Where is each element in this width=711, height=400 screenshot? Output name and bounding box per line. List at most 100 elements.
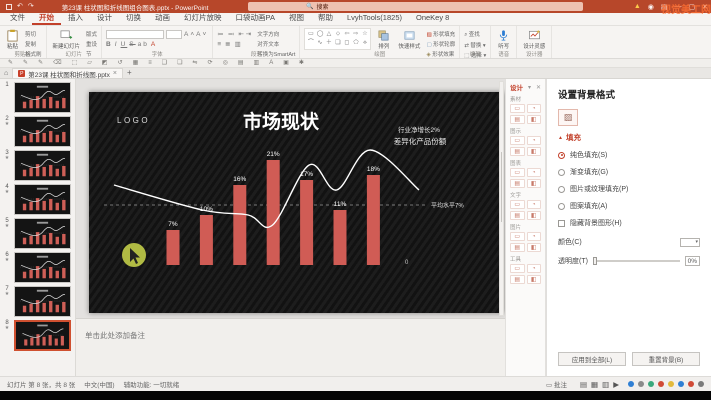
- shape-fill-button[interactable]: ▨ 形状填充: [426, 30, 455, 38]
- new-slide-button[interactable]: 新建幻灯片: [51, 28, 83, 51]
- italic-icon[interactable]: I: [115, 41, 119, 48]
- document-tab-0[interactable]: P第23课 柱状图和折线图.pptx×: [12, 68, 123, 78]
- maximize-button[interactable]: ▢: [689, 3, 696, 11]
- minimize-button[interactable]: —: [675, 3, 682, 10]
- tab-7[interactable]: 口袋动画PA: [229, 12, 282, 25]
- layer-icon[interactable]: ❏: [177, 60, 182, 66]
- hide-background-checkbox[interactable]: 隐藏背景图形(H): [558, 218, 700, 228]
- reset-background-button[interactable]: 重置背景(B): [632, 352, 700, 366]
- design-tool-icon[interactable]: ◧: [527, 243, 542, 252]
- paint-bucket-icon[interactable]: ▨: [558, 109, 578, 126]
- quick-styles-button[interactable]: 快速样式: [396, 28, 422, 51]
- zoom-icon[interactable]: ◎: [223, 60, 228, 66]
- design-tool-icon[interactable]: ▭: [510, 136, 525, 145]
- design-tool-icon[interactable]: ▭: [510, 232, 525, 241]
- align-left-icon[interactable]: ≡: [217, 41, 223, 48]
- font-color-icon[interactable]: A: [151, 41, 157, 48]
- tray-icon-2[interactable]: [648, 381, 654, 387]
- user-avatar[interactable]: ◉: [648, 3, 654, 11]
- slide-thumbnail-image[interactable]: [14, 82, 71, 113]
- pen-icon[interactable]: ✎: [23, 60, 28, 66]
- tab-10[interactable]: LvyhTools(1825): [340, 12, 409, 25]
- transparency-value[interactable]: 0%: [685, 256, 700, 266]
- home-icon[interactable]: ⌂: [4, 70, 8, 77]
- chart-icon[interactable]: ▥: [254, 60, 260, 66]
- bullets-icon[interactable]: ≔: [217, 30, 226, 38]
- apply-to-all-button[interactable]: 应用到全部(L): [558, 352, 626, 366]
- tab-0[interactable]: 文件: [3, 12, 32, 25]
- slide-thumbnail-image[interactable]: [14, 116, 71, 147]
- tray-icon-7[interactable]: [698, 381, 704, 387]
- fill-option-0[interactable]: 纯色填充(S): [558, 150, 700, 160]
- slideshow-icon[interactable]: ▶: [613, 380, 619, 389]
- slide-thumbnail-5[interactable]: 5★: [0, 218, 75, 249]
- design-tool-icon[interactable]: ▤: [510, 147, 525, 156]
- design-tool-icon[interactable]: ▭: [510, 200, 525, 209]
- design-ideas-button[interactable]: 设计灵感: [521, 28, 547, 51]
- design-tool-icon[interactable]: ▭: [510, 104, 525, 113]
- reset-button[interactable]: 重设: [86, 40, 97, 48]
- eraser-icon[interactable]: ⌫: [53, 60, 61, 66]
- tab-9[interactable]: 帮助: [311, 12, 340, 25]
- slide-thumbnail-4[interactable]: 4★: [0, 184, 75, 215]
- layout-button[interactable]: 版式: [86, 30, 97, 38]
- design-tool-icon[interactable]: ▤: [510, 243, 525, 252]
- slide-canvas[interactable]: LOGO 市场现状 行业净增长2% 差异化产品份额 平均水平7% 0 7%10%…: [76, 79, 505, 318]
- close-button[interactable]: ✕: [702, 3, 708, 11]
- design-tool-icon[interactable]: ◧: [527, 115, 542, 124]
- image-icon[interactable]: ▣: [283, 60, 289, 66]
- slide-thumbnail-image[interactable]: [14, 150, 71, 181]
- text-direction-button[interactable]: 文字方向: [257, 30, 295, 38]
- cut-button[interactable]: 剪切: [25, 30, 42, 38]
- fill-section-header[interactable]: ▲ 填充: [558, 132, 700, 143]
- underline-icon[interactable]: U: [121, 41, 128, 48]
- comments-button[interactable]: ▭ 批注: [546, 379, 567, 389]
- fill-option-2[interactable]: 图片或纹理填充(P): [558, 184, 700, 194]
- design-tool-icon[interactable]: ◧: [527, 211, 542, 220]
- design-tool-icon[interactable]: ◔: [527, 104, 542, 113]
- tab-2[interactable]: 插入: [61, 12, 90, 25]
- indent-icon[interactable]: ⇤⇥: [238, 30, 253, 38]
- tray-icon-0[interactable]: [628, 381, 634, 387]
- chevron-down-icon[interactable]: ▾: [528, 84, 531, 91]
- strikethrough-icon[interactable]: S: [129, 41, 135, 48]
- design-tool-icon[interactable]: ◧: [527, 179, 542, 188]
- tab-3[interactable]: 设计: [90, 12, 119, 25]
- align-icon[interactable]: ≡: [148, 60, 152, 66]
- slide-thumbnail-7[interactable]: 7★: [0, 286, 75, 317]
- group-icon[interactable]: ❑: [162, 60, 167, 66]
- arrange-button[interactable]: 排列: [375, 28, 392, 51]
- fill-option-3[interactable]: 图案填充(A): [558, 201, 700, 211]
- find-button[interactable]: ⌕ 查找: [464, 30, 486, 39]
- canvas-scrollbar[interactable]: [499, 81, 504, 316]
- reading-view-icon[interactable]: ▥: [602, 380, 609, 389]
- tray-icon-6[interactable]: [688, 381, 694, 387]
- design-tool-icon[interactable]: ◧: [527, 275, 542, 284]
- redo-icon[interactable]: ↷: [28, 3, 34, 10]
- font-size-select[interactable]: [166, 30, 182, 39]
- pen-icon[interactable]: ✎: [38, 60, 43, 66]
- design-tool-icon[interactable]: ◔: [527, 136, 542, 145]
- design-panel-close-icon[interactable]: ✕: [536, 84, 541, 91]
- design-tool-icon[interactable]: ◔: [527, 264, 542, 273]
- tab-4[interactable]: 切换: [119, 12, 148, 25]
- fill-option-1[interactable]: 渐变填充(G): [558, 167, 700, 177]
- font-name-select[interactable]: [106, 30, 164, 39]
- slide-thumbnail-image[interactable]: [14, 218, 71, 249]
- tab-1[interactable]: 开始: [32, 12, 61, 25]
- slide-thumbnail-1[interactable]: 1: [0, 82, 75, 113]
- undo-icon[interactable]: ↶: [17, 3, 23, 10]
- slide-thumbnail-image[interactable]: [14, 320, 71, 351]
- flip-icon[interactable]: ⇋: [193, 60, 198, 66]
- shapes-gallery[interactable]: ▭◯△⬦⇦⇨☆ ⌒∿＋❏◻⬠⟡: [304, 28, 371, 50]
- transparency-slider[interactable]: [593, 260, 680, 262]
- select-icon[interactable]: ⬚: [72, 60, 78, 66]
- language-status[interactable]: 中文(中国): [84, 379, 114, 389]
- slide-thumbnail-image[interactable]: [14, 184, 71, 215]
- grow-font-icon[interactable]: A˄A˅: [184, 31, 208, 38]
- design-tool-icon[interactable]: ▤: [510, 211, 525, 220]
- shape-outline-button[interactable]: ▢ 形状轮廓: [426, 40, 455, 48]
- tab-11[interactable]: OneKey 8: [409, 12, 456, 25]
- table-icon[interactable]: ▤: [238, 60, 244, 66]
- ribbon-options-icon[interactable]: ▤: [661, 3, 668, 11]
